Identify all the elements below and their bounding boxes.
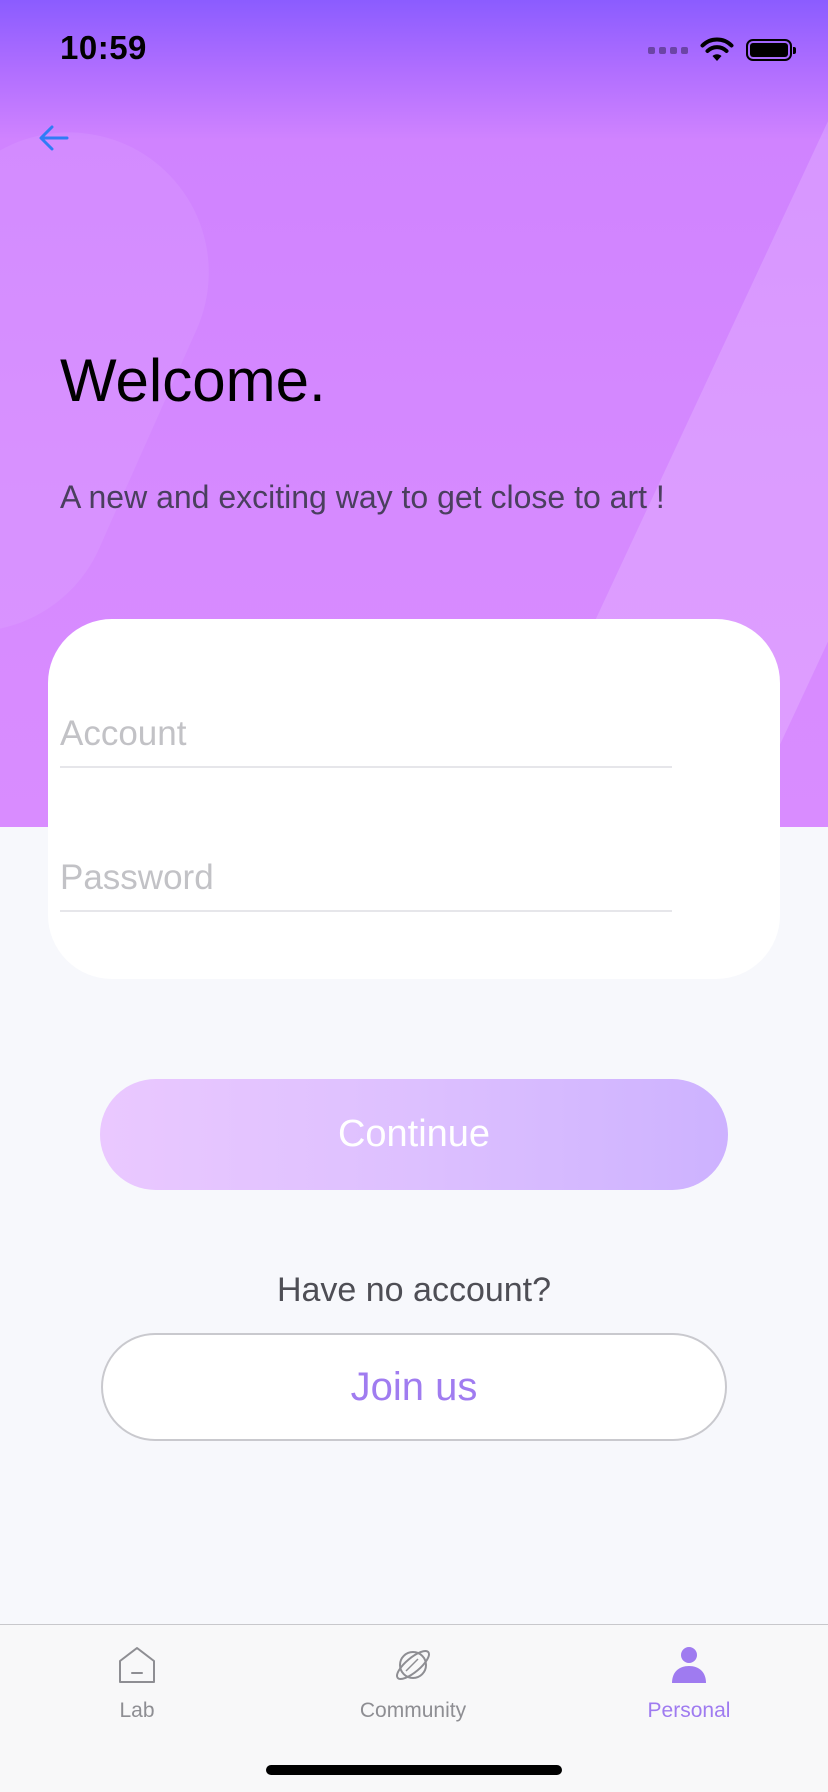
- password-input[interactable]: [60, 858, 672, 898]
- no-account-label: Have no account?: [276, 1271, 552, 1309]
- house-icon: [115, 1643, 159, 1687]
- status-icons: [648, 34, 796, 66]
- page-title: Welcome.: [60, 347, 326, 414]
- battery-icon: [746, 39, 796, 61]
- tab-lab[interactable]: Lab: [37, 1643, 237, 1743]
- tab-community[interactable]: Community: [313, 1643, 513, 1743]
- person-icon: [667, 1643, 711, 1687]
- home-indicator: [266, 1765, 562, 1775]
- continue-button[interactable]: Continue: [100, 1079, 728, 1190]
- status-bar: 10:59: [0, 0, 828, 100]
- status-time: 10:59: [60, 29, 147, 66]
- wifi-icon: [700, 37, 734, 61]
- tab-label: Community: [359, 1699, 467, 1722]
- cellular-signal-icon: [648, 46, 688, 54]
- back-button[interactable]: [32, 118, 76, 158]
- tab-label: Personal: [647, 1699, 731, 1722]
- planet-icon: [391, 1643, 435, 1687]
- login-screen: 10:59 Welcome. A new and exciting way to…: [0, 0, 828, 1792]
- password-field: [60, 830, 672, 912]
- tab-label: Lab: [119, 1699, 155, 1722]
- account-field: [60, 686, 672, 768]
- join-us-button[interactable]: Join us: [101, 1333, 727, 1441]
- login-form-card: [48, 619, 780, 979]
- page-subtitle: A new and exciting way to get close to a…: [60, 479, 665, 515]
- tab-personal[interactable]: Personal: [589, 1643, 789, 1743]
- arrow-left-icon: [39, 125, 69, 151]
- account-input[interactable]: [60, 714, 672, 754]
